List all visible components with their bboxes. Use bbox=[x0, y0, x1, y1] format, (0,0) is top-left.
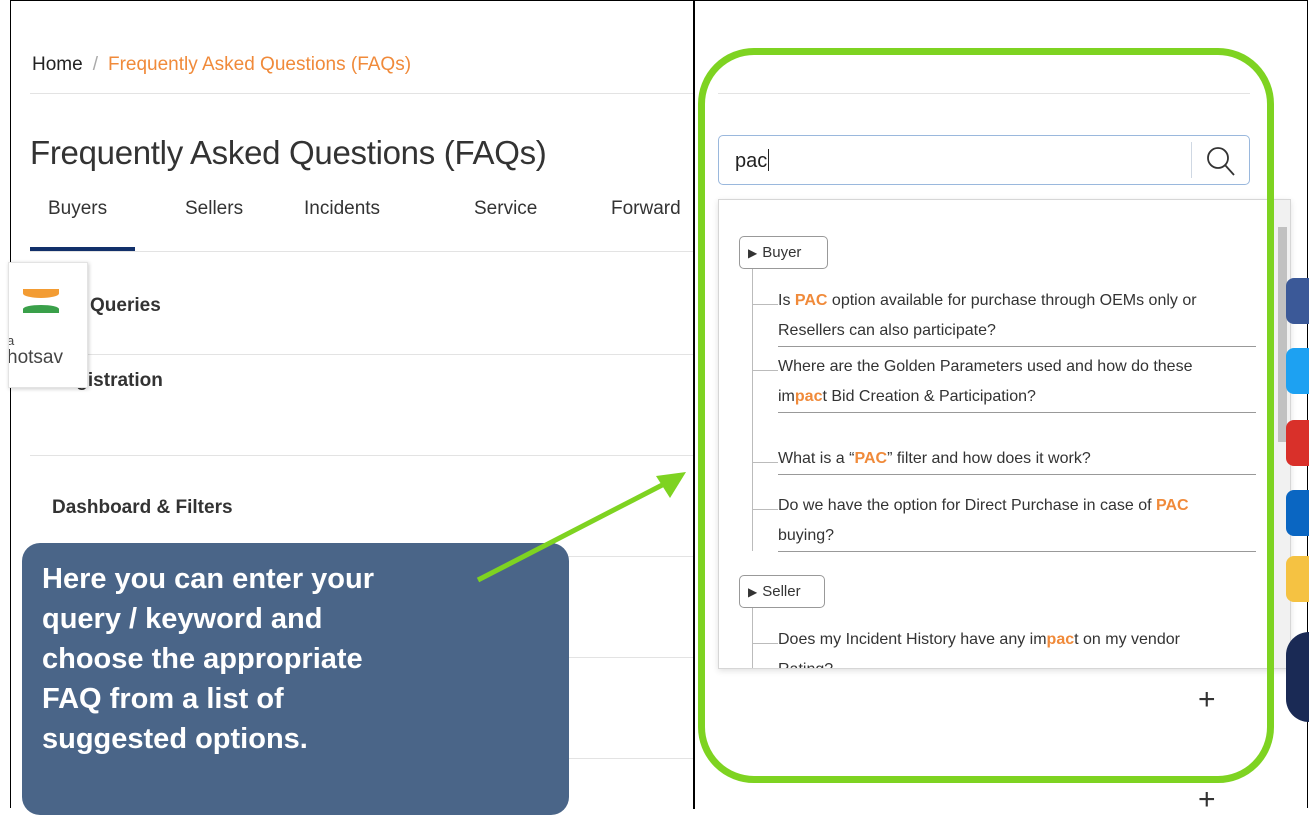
badge-text-top: a bbox=[9, 333, 14, 348]
page-title: Frequently Asked Questions (FAQs) bbox=[30, 134, 547, 171]
panel-divider bbox=[693, 0, 695, 809]
highlight-frame bbox=[698, 48, 1274, 783]
divider-line bbox=[30, 251, 693, 252]
breadcrumb-home-link[interactable]: Home bbox=[32, 54, 83, 75]
tab-buyers[interactable]: Buyers bbox=[48, 198, 107, 220]
tab-service[interactable]: Service bbox=[474, 198, 537, 220]
tab-forward[interactable]: Forward bbox=[611, 198, 681, 220]
koo-icon[interactable] bbox=[1286, 556, 1309, 602]
tab-sellers[interactable]: Sellers bbox=[185, 198, 243, 220]
breadcrumb: Home / Frequently Asked Questions (FAQs) bbox=[32, 54, 411, 76]
linkedin-icon[interactable] bbox=[1286, 490, 1309, 536]
divider-line bbox=[30, 455, 693, 456]
badge-text-bottom: hotsav bbox=[8, 347, 63, 368]
callout-line: choose the appropriate bbox=[42, 643, 363, 675]
twitter-icon[interactable] bbox=[1286, 348, 1309, 394]
callout-line: FAQ from a list of bbox=[42, 683, 284, 715]
breadcrumb-current: Frequently Asked Questions (FAQs) bbox=[107, 54, 412, 75]
flag-green-stripe bbox=[23, 305, 59, 313]
breadcrumb-separator: / bbox=[92, 54, 98, 75]
divider-line bbox=[30, 354, 693, 355]
tab-incidents[interactable]: Incidents bbox=[304, 198, 380, 220]
mahotsav-badge[interactable]: a hotsav bbox=[8, 262, 88, 388]
divider-line bbox=[30, 93, 693, 94]
plus-icon[interactable]: + bbox=[1198, 683, 1216, 717]
section-dashboard-filters[interactable]: Dashboard & Filters bbox=[52, 497, 233, 519]
callout-line: query / keyword and bbox=[42, 603, 323, 635]
callout-arrow bbox=[476, 472, 686, 583]
flag-saffron-stripe bbox=[23, 289, 59, 298]
x-icon[interactable] bbox=[1286, 632, 1309, 722]
scrollbar-thumb[interactable] bbox=[1278, 227, 1287, 442]
plus-icon[interactable]: + bbox=[1198, 783, 1216, 817]
callout-line: suggested options. bbox=[42, 723, 308, 755]
facebook-icon[interactable] bbox=[1286, 278, 1309, 324]
section-queries[interactable]: Queries bbox=[90, 295, 161, 317]
youtube-icon[interactable] bbox=[1286, 420, 1309, 466]
